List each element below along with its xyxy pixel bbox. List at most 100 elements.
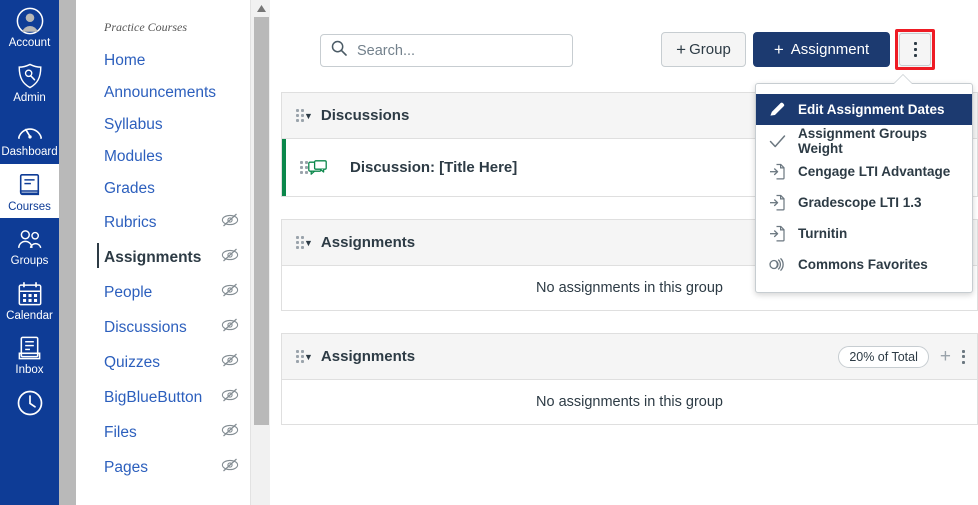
scroll-up-arrow-icon[interactable] <box>251 0 271 17</box>
hidden-from-students-eye-slash-icon <box>221 282 239 303</box>
calendar-icon <box>15 279 45 309</box>
plus-icon: + <box>676 39 687 59</box>
course-nav-item-discussions[interactable]: Discussions <box>76 310 249 345</box>
add-group-label: Group <box>689 41 731 58</box>
collapse-caret-icon[interactable]: ▼ <box>304 352 313 362</box>
menu-item-assignment-groups-weight[interactable]: Assignment Groups Weight <box>756 125 972 156</box>
course-nav-label: Quizzes <box>104 353 160 371</box>
menu-item-turnitin[interactable]: Turnitin <box>756 218 972 249</box>
add-assignment-label: Assignment <box>790 41 870 58</box>
global-nav-label: Courses <box>8 200 51 213</box>
assignment-group: ▼ Assignments 20% of Total + No assignments … <box>281 333 978 425</box>
menu-item-label: Commons Favorites <box>798 257 928 272</box>
search-input[interactable] <box>355 41 560 60</box>
menu-item-edit-assignment-dates[interactable]: Edit Assignment Dates <box>756 94 972 125</box>
canvas-assignments-page: Account Admin Dashboard Courses Groups Calend… <box>0 0 978 505</box>
assignment-group-title: Assignments <box>320 234 416 251</box>
empty-group-message: No assignments in this group <box>536 394 723 410</box>
course-nav-label: Rubrics <box>104 213 157 231</box>
global-nav-label: Dashboard <box>1 146 58 158</box>
search-icon <box>331 40 347 61</box>
hidden-from-students-eye-slash-icon <box>221 247 239 268</box>
assignment-group-header[interactable]: ▼ Assignments 20% of Total + <box>281 333 978 380</box>
global-nav-item-dashboard[interactable]: Dashboard <box>0 109 59 164</box>
collapse-caret-icon[interactable]: ▼ <box>304 111 313 121</box>
drag-handle-icon[interactable] <box>296 236 304 249</box>
groups-people-icon <box>15 224 45 254</box>
global-nav-item-admin[interactable]: Admin <box>0 55 59 110</box>
course-nav-item-files[interactable]: Files <box>76 415 249 450</box>
course-nav-item-syllabus[interactable]: Syllabus <box>76 109 249 141</box>
global-nav-label: Admin <box>13 91 46 104</box>
content-scrollbar[interactable] <box>250 0 270 505</box>
menu-item-cengage-lti-advantage[interactable]: Cengage LTI Advantage <box>756 156 972 187</box>
assignments-toolbar: + Group + Assignment <box>271 0 978 88</box>
global-nav-item-history[interactable] <box>0 382 59 423</box>
menu-item-label: Turnitin <box>798 226 848 241</box>
assignment-row-title[interactable]: Discussion: [Title Here] <box>350 159 517 176</box>
menu-item-gradescope-lti-1-3[interactable]: Gradescope LTI 1.3 <box>756 187 972 218</box>
assignment-group-actions: 20% of Total + <box>838 345 965 368</box>
course-nav-item-grades[interactable]: Grades <box>76 173 249 205</box>
course-nav-item-rubrics[interactable]: Rubrics <box>76 205 249 240</box>
course-nav-label: Home <box>104 52 146 69</box>
collapse-caret-icon[interactable]: ▼ <box>304 238 313 248</box>
assignments-options-menu: Edit Assignment Dates Assignment Groups W… <box>755 75 973 293</box>
discussion-icon <box>308 159 328 176</box>
assignment-group-title: Discussions <box>320 107 410 124</box>
global-nav-item-groups[interactable]: Groups <box>0 218 59 273</box>
course-nav-item-modules[interactable]: Modules <box>76 141 249 173</box>
course-nav-label: BigBlueButton <box>104 388 203 406</box>
assignments-more-options-button[interactable] <box>895 29 935 70</box>
inbox-tray-icon <box>15 333 45 363</box>
global-nav-label: Account <box>8 37 51 49</box>
course-nav-scrollbar[interactable] <box>59 0 76 505</box>
hidden-from-students-eye-slash-icon <box>221 422 239 443</box>
course-navigation: Practice Courses Home Announcements Syllab… <box>76 0 249 505</box>
hidden-from-students-eye-slash-icon <box>221 352 239 373</box>
breadcrumb: Practice Courses <box>104 20 187 34</box>
course-nav-item-assignments[interactable]: Assignments <box>76 240 249 275</box>
pencil-icon <box>769 102 792 118</box>
hidden-from-students-eye-slash-icon <box>221 457 239 478</box>
search-field[interactable] <box>320 34 573 67</box>
course-nav-item-pages[interactable]: Pages <box>76 450 249 485</box>
course-nav-item-announcements[interactable]: Announcements <box>76 77 249 109</box>
course-nav-label: Syllabus <box>104 116 163 133</box>
add-assignment-to-group-icon[interactable]: + <box>940 346 951 368</box>
menu-item-label: Assignment Groups Weight <box>798 125 928 156</box>
add-assignment-button[interactable]: + Assignment <box>753 32 890 67</box>
drag-handle-icon[interactable] <box>296 109 304 122</box>
global-nav-label: Calendar <box>6 309 53 322</box>
menu-caret-icon <box>894 75 912 84</box>
scrollbar-thumb[interactable] <box>254 17 269 425</box>
course-nav-item-bigbluebutton[interactable]: BigBlueButton <box>76 380 249 415</box>
add-group-button[interactable]: + Group <box>661 32 746 67</box>
course-nav-label: Announcements <box>104 84 217 101</box>
assignment-group-title: Assignments <box>320 348 416 365</box>
course-nav-label: Files <box>104 423 137 441</box>
global-nav-label: Groups <box>10 255 49 267</box>
dashboard-gauge-icon <box>15 115 45 145</box>
courses-book-icon <box>15 170 45 200</box>
plus-icon: + <box>773 39 784 59</box>
commons-icon <box>769 256 792 273</box>
course-nav-item-people[interactable]: People <box>76 275 249 310</box>
user-avatar-icon <box>15 6 45 36</box>
global-nav-item-calendar[interactable]: Calendar <box>0 273 59 328</box>
global-nav-item-inbox[interactable]: Inbox <box>0 327 59 382</box>
group-more-options-icon[interactable] <box>962 349 965 364</box>
row-drag-handle-icon[interactable] <box>300 161 308 174</box>
global-nav-item-courses[interactable]: Courses <box>0 163 59 218</box>
hidden-from-students-eye-slash-icon <box>221 212 239 233</box>
assignment-group-body: No assignments in this group <box>281 380 978 425</box>
course-nav-item-home[interactable]: Home <box>76 45 249 77</box>
drag-handle-icon[interactable] <box>296 350 304 363</box>
shield-wrench-icon <box>15 61 45 91</box>
global-nav-item-account[interactable]: Account <box>0 0 59 55</box>
lti-import-icon <box>769 163 792 180</box>
check-icon <box>769 133 792 149</box>
course-nav-item-quizzes[interactable]: Quizzes <box>76 345 249 380</box>
menu-item-commons-favorites[interactable]: Commons Favorites <box>756 249 972 280</box>
hidden-from-students-eye-slash-icon <box>221 317 239 338</box>
